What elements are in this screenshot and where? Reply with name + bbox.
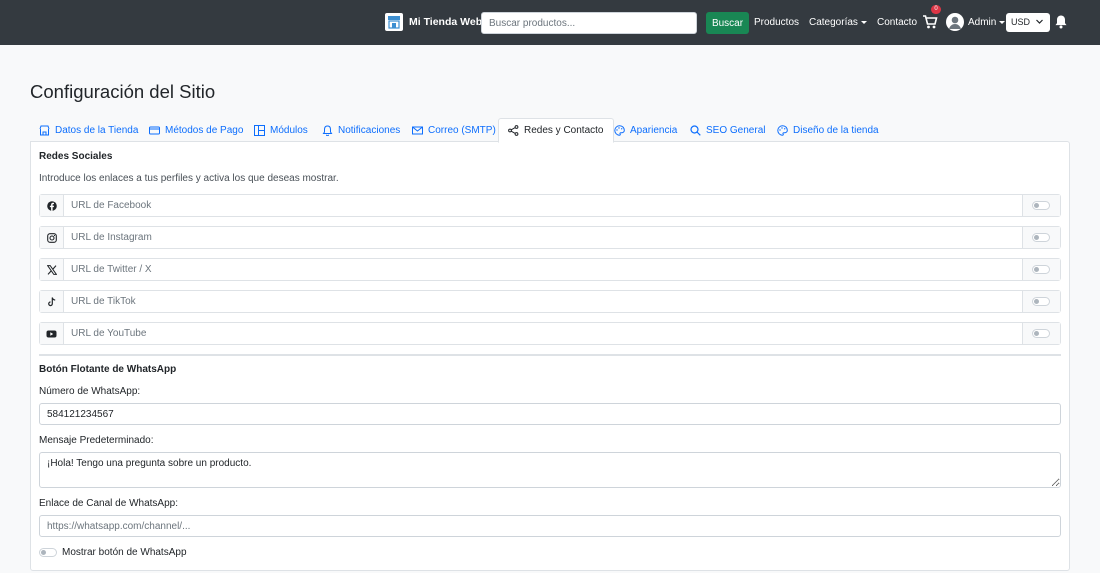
- tab-label: Notificaciones: [338, 124, 401, 136]
- tab-store-design[interactable]: Diseño de la tienda: [777, 118, 879, 142]
- whatsapp-show-toggle[interactable]: [39, 548, 57, 557]
- whatsapp-message-textarea[interactable]: ¡Hola! Tengo una pregunta sobre un produ…: [39, 452, 1061, 488]
- tab-label: Apariencia: [630, 124, 678, 136]
- tab-appearance[interactable]: Apariencia: [614, 118, 677, 142]
- tab-label: Módulos: [270, 124, 308, 136]
- tab-smtp[interactable]: Correo (SMTP): [412, 118, 496, 142]
- chevron-down-icon: [1036, 19, 1043, 24]
- credit-card-icon: [149, 126, 160, 134]
- cart-count-badge: 0: [931, 5, 941, 14]
- top-navbar: Mi Tienda Web Buscar Productos Categoría…: [0, 0, 1100, 45]
- search-input[interactable]: [481, 12, 697, 34]
- twitter-toggle[interactable]: [1032, 265, 1050, 274]
- tab-modules[interactable]: Módulos: [254, 118, 308, 142]
- facebook-icon: [40, 195, 64, 216]
- social-row-facebook: [39, 194, 1061, 217]
- notifications-bell-icon[interactable]: [1054, 14, 1068, 29]
- envelope-icon: [412, 126, 423, 134]
- tab-seo[interactable]: SEO General: [690, 118, 765, 142]
- whatsapp-channel-label: Enlace de Canal de WhatsApp:: [39, 498, 178, 509]
- twitter-url-input[interactable]: [64, 259, 1023, 280]
- tab-store-data[interactable]: Datos de la Tienda: [39, 118, 138, 142]
- facebook-url-input[interactable]: [64, 195, 1023, 216]
- nav-categories[interactable]: Categorías: [809, 17, 867, 28]
- caret-down-icon: [860, 20, 867, 24]
- tab-label: Métodos de Pago: [165, 124, 244, 136]
- search-icon: [690, 124, 701, 136]
- section-divider: [39, 354, 1061, 356]
- social-row-tiktok: [39, 290, 1061, 313]
- share-icon: [508, 125, 519, 136]
- social-row-youtube: [39, 322, 1061, 345]
- bell-icon: [322, 124, 333, 136]
- page-title: Configuración del Sitio: [30, 81, 216, 102]
- youtube-icon: [40, 323, 64, 344]
- tab-payment-methods[interactable]: Métodos de Pago: [149, 118, 243, 142]
- currency-select[interactable]: USD: [1006, 13, 1050, 32]
- store-icon: [39, 125, 50, 135]
- tab-label: Diseño de la tienda: [793, 124, 879, 136]
- currency-value: USD: [1011, 17, 1031, 27]
- nav-categories-label: Categorías: [809, 17, 858, 28]
- whatsapp-section-title: Botón Flotante de WhatsApp: [39, 364, 177, 375]
- palette-icon: [614, 124, 625, 136]
- tiktok-icon: [40, 291, 64, 312]
- switch-cell: [1022, 195, 1060, 216]
- whatsapp-show-label: Mostrar botón de WhatsApp: [62, 547, 187, 558]
- cart-icon[interactable]: [922, 14, 938, 30]
- instagram-icon: [40, 227, 64, 248]
- caret-down-icon: [999, 20, 1006, 24]
- tiktok-toggle[interactable]: [1032, 297, 1050, 306]
- nav-products[interactable]: Productos: [754, 17, 799, 28]
- youtube-toggle[interactable]: [1032, 329, 1050, 338]
- social-help-text: Introduce los enlaces a tus perfiles y a…: [39, 173, 339, 184]
- instagram-url-input[interactable]: [64, 227, 1023, 248]
- youtube-url-input[interactable]: [64, 323, 1023, 344]
- whatsapp-number-input[interactable]: [39, 403, 1061, 425]
- tab-label: SEO General: [706, 124, 766, 136]
- x-twitter-icon: [40, 259, 64, 280]
- tab-label: Correo (SMTP): [428, 124, 496, 136]
- store-logo-icon: [385, 13, 403, 31]
- tab-label: Datos de la Tienda: [55, 124, 139, 136]
- brand[interactable]: Mi Tienda Web: [385, 13, 482, 31]
- user-avatar-icon[interactable]: [946, 13, 964, 31]
- palette-icon: [777, 124, 788, 136]
- whatsapp-number-label: Número de WhatsApp:: [39, 386, 141, 397]
- social-row-twitter: [39, 258, 1061, 281]
- whatsapp-channel-input[interactable]: [39, 515, 1061, 537]
- switch-cell: [1022, 291, 1060, 312]
- instagram-toggle[interactable]: [1032, 233, 1050, 242]
- facebook-toggle[interactable]: [1032, 201, 1050, 210]
- whatsapp-message-label: Mensaje Predeterminado:: [39, 435, 154, 446]
- tab-social-contact[interactable]: Redes y Contacto: [498, 118, 614, 143]
- switch-cell: [1022, 227, 1060, 248]
- tiktok-url-input[interactable]: [64, 291, 1023, 312]
- nav-contact[interactable]: Contacto: [877, 17, 917, 28]
- user-name: Admin: [968, 17, 997, 28]
- tab-label: Redes y Contacto: [524, 125, 604, 136]
- settings-tabs: Datos de la Tienda Métodos de Pago Módul…: [30, 118, 1070, 143]
- social-row-instagram: [39, 226, 1061, 249]
- brand-name: Mi Tienda Web: [409, 16, 483, 28]
- switch-cell: [1022, 323, 1060, 344]
- social-section-title: Redes Sociales: [39, 151, 113, 162]
- switch-cell: [1022, 259, 1060, 280]
- modules-icon: [254, 124, 265, 136]
- search-button[interactable]: Buscar: [706, 12, 749, 34]
- user-menu[interactable]: Admin: [968, 17, 1006, 28]
- tab-notifications[interactable]: Notificaciones: [322, 118, 400, 142]
